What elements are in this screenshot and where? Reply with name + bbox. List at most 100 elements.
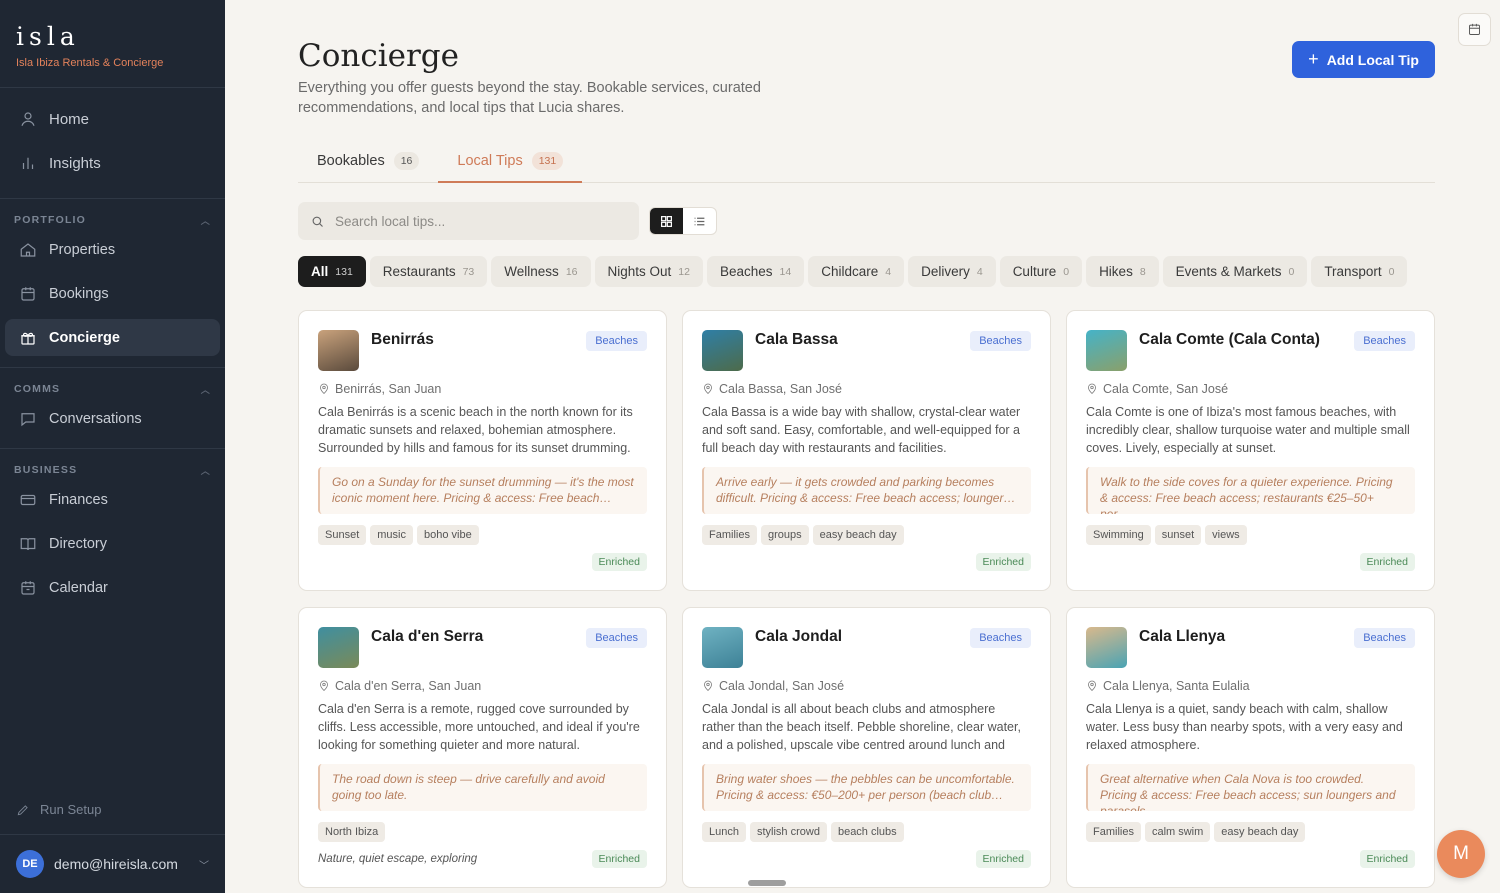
search-box <box>298 202 639 240</box>
filter-chip-hikes[interactable]: Hikes 8 <box>1086 256 1159 287</box>
add-local-tip-button[interactable]: + Add Local Tip <box>1292 41 1435 78</box>
status-badge: Enriched <box>1359 850 1415 868</box>
card-tags: Families calm swim easy beach day <box>1086 822 1415 842</box>
brand: isla Isla Ibiza Rentals & Concierge <box>0 0 225 88</box>
tag: beach clubs <box>830 822 904 842</box>
filter-label: Delivery <box>921 264 970 279</box>
scroll-handle[interactable] <box>748 880 786 886</box>
section-title: PORTFOLIO <box>14 214 87 226</box>
nav-item-label: Home <box>49 110 90 128</box>
calendar-shortcut-button[interactable] <box>1458 13 1491 46</box>
filter-label: Culture <box>1012 264 1057 279</box>
section-header[interactable]: PORTFOLIO ︿ <box>0 209 225 231</box>
add-button-label: Add Local Tip <box>1326 51 1419 68</box>
card-description: Cala Comte is one of Ibiza's most famous… <box>1086 405 1410 455</box>
nav-item-insights[interactable]: Insights <box>5 144 220 182</box>
card-footer: Enriched <box>1086 850 1415 868</box>
tab-bookables[interactable]: Bookables 16 <box>298 140 438 182</box>
nav-item-properties[interactable]: Properties <box>5 231 220 268</box>
filter-count: 8 <box>1139 265 1146 278</box>
section-title: COMMS <box>14 383 61 395</box>
status-badge: Enriched <box>591 850 647 868</box>
card-footer: Enriched <box>318 553 647 571</box>
bar-chart-icon <box>22 157 34 169</box>
tip-card[interactable]: Cala d'en Serra Beaches Cala d'en Serra, S… <box>298 607 667 888</box>
card-thumbnail <box>1086 330 1127 371</box>
card-tip: Great alternative when Cala Nova is too … <box>1086 764 1415 811</box>
nav-item-finances[interactable]: Finances <box>5 481 220 518</box>
card-header: Cala Comte (Cala Conta) Beaches <box>1086 330 1415 371</box>
tip-card[interactable]: Cala Llenya Beaches Cala Llenya, Santa Eul… <box>1066 607 1435 888</box>
tag: Swimming <box>1086 525 1151 545</box>
status-badge: Enriched <box>591 553 647 571</box>
category-badge: Beaches <box>970 331 1031 351</box>
card-thumbnail <box>702 330 743 371</box>
assistant-button[interactable]: M <box>1437 830 1485 878</box>
filter-chip-childcare[interactable]: Childcare 4 <box>808 256 905 287</box>
card-title: Cala d'en Serra <box>371 628 484 645</box>
card-description: Cala Benirrás is a scenic beach in the n… <box>318 405 633 455</box>
list-view-button[interactable] <box>683 208 716 234</box>
category-badge: Beaches <box>586 331 647 351</box>
filter-chip-beaches[interactable]: Beaches 14 <box>706 256 805 287</box>
nav-item-bookings[interactable]: Bookings <box>5 275 220 312</box>
filter-chip-all[interactable]: All 131 <box>298 256 366 287</box>
filter-chip-culture[interactable]: Culture 0 <box>999 256 1083 287</box>
tip-card[interactable]: Cala Bassa Beaches Cala Bassa, San José Cal… <box>682 310 1051 591</box>
tip-card[interactable]: Cala Comte (Cala Conta) Beaches Cala Comte… <box>1066 310 1435 591</box>
tag: groups <box>760 525 809 545</box>
list-icon <box>694 217 705 225</box>
house-icon <box>20 242 36 257</box>
nav-item-concierge[interactable]: Concierge <box>5 319 220 356</box>
category-badge: Beaches <box>1354 628 1415 648</box>
filter-count: 73 <box>462 265 475 278</box>
filter-chip-restaurants[interactable]: Restaurants 73 <box>369 256 488 287</box>
nav-item-conversations[interactable]: Conversations <box>5 400 220 437</box>
location-text: Cala Comte, San José <box>1103 382 1229 396</box>
tag: boho vibe <box>416 525 479 545</box>
card-tags: Lunch stylish crowd beach clubs <box>702 822 1031 842</box>
section-header[interactable]: BUSINESS ︿ <box>0 459 225 481</box>
nav-item-label: Insights <box>49 154 101 172</box>
card-location: Cala Llenya, Santa Eulalia <box>1086 679 1415 693</box>
business-section: BUSINESS ︿ Finances Directory Calendar <box>0 449 225 617</box>
filter-count: 0 <box>1063 265 1070 278</box>
gift-icon <box>21 332 35 345</box>
card-icon <box>20 494 36 505</box>
filter-chip-events-markets[interactable]: Events & Markets 0 <box>1162 256 1308 287</box>
tip-card[interactable]: Benirrás Beaches Benirrás, San Juan Cala Be… <box>298 310 667 591</box>
location-pin-icon <box>320 383 328 395</box>
filter-chip-wellness[interactable]: Wellness 16 <box>491 256 591 287</box>
filter-chip-transport[interactable]: Transport 0 <box>1311 256 1408 287</box>
run-setup-link[interactable]: Run Setup <box>16 802 101 817</box>
card-thumbnail <box>1086 627 1127 668</box>
brand-logo[interactable]: isla <box>16 22 209 51</box>
user-menu[interactable]: DE demo@hireisla.com ﹀ <box>0 834 225 893</box>
nav-item-directory[interactable]: Directory <box>5 525 220 562</box>
section-header[interactable]: COMMS ︿ <box>0 378 225 400</box>
filter-chip-delivery[interactable]: Delivery 4 <box>908 256 996 287</box>
location-pin-icon <box>1088 680 1096 692</box>
nav-item-calendar[interactable]: Calendar <box>5 569 220 606</box>
grid-view-button[interactable] <box>650 208 683 234</box>
location-text: Cala d'en Serra, San Juan <box>335 679 482 693</box>
tip-card[interactable]: Cala Jondal Beaches Cala Jondal, San José C… <box>682 607 1051 888</box>
filter-count: 16 <box>565 265 578 278</box>
tab-local-tips[interactable]: Local Tips 131 <box>438 140 583 183</box>
card-title: Benirrás <box>371 331 434 348</box>
nav-item-label: Finances <box>49 491 108 508</box>
tag: stylish crowd <box>749 822 827 842</box>
card-title: Cala Comte (Cala Conta) <box>1139 331 1320 348</box>
card-title: Cala Jondal <box>755 628 842 645</box>
avatar: DE <box>16 850 44 878</box>
card-footer: Enriched <box>702 850 1031 868</box>
card-description: Cala Bassa is a wide bay with shallow, c… <box>702 405 1021 455</box>
filter-chip-nights-out[interactable]: Nights Out 12 <box>594 256 703 287</box>
tab-count: 16 <box>393 152 420 170</box>
search-input[interactable] <box>335 213 627 229</box>
nav-item-label: Calendar <box>49 579 108 596</box>
comms-section: COMMS ︿ Conversations <box>0 368 225 449</box>
nav-item-home[interactable]: Home <box>5 100 220 138</box>
nav-item-label: Concierge <box>49 329 120 346</box>
tag: easy beach day <box>1214 822 1306 842</box>
